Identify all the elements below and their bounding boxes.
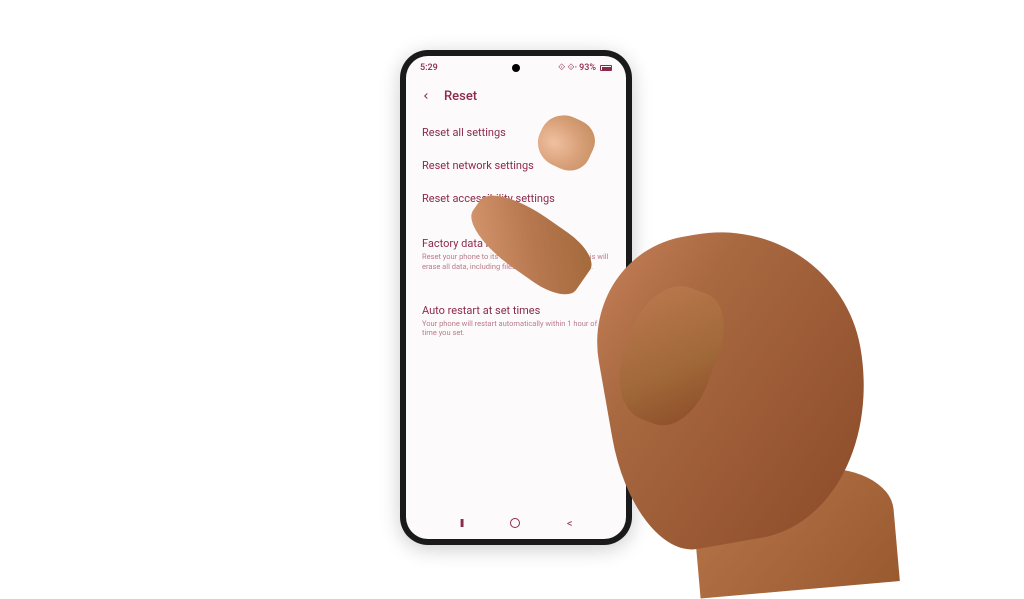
nav-recents-button[interactable]: III [460, 517, 463, 530]
header: Reset [406, 80, 626, 112]
nav-back-button[interactable]: < [567, 517, 573, 530]
menu-item-reset-network[interactable]: Reset network settings [406, 149, 626, 182]
phone-screen: 5:29 ⟐ ⟐· 93% Reset Reset all settings R… [406, 56, 626, 539]
nav-home-button[interactable] [510, 518, 520, 528]
navigation-bar: III < [406, 507, 626, 539]
menu-item-title: Auto restart at set times [422, 304, 610, 317]
camera-hole [512, 64, 520, 72]
battery-icon [600, 65, 612, 71]
status-time: 5:29 [420, 63, 438, 73]
phone-frame: 5:29 ⟐ ⟐· 93% Reset Reset all settings R… [400, 50, 632, 545]
menu-item-desc: Your phone will restart automatically wi… [422, 319, 610, 339]
menu-item-title: Reset network settings [422, 159, 610, 172]
menu-list: Reset all settings Reset network setting… [406, 112, 626, 352]
menu-item-auto-restart[interactable]: Auto restart at set times Your phone wil… [406, 294, 626, 349]
menu-item-title: Reset all settings [422, 126, 610, 139]
status-right: ⟐ ⟐· 93% [558, 63, 612, 73]
back-button[interactable] [418, 88, 434, 104]
menu-item-reset-accessibility[interactable]: Reset accessibility settings [406, 182, 626, 215]
status-indicators: ⟐ ⟐· [558, 63, 577, 73]
menu-item-title: Reset accessibility settings [422, 192, 610, 205]
menu-item-desc: Reset your phone to its factory default … [422, 252, 610, 272]
chevron-left-icon [421, 91, 431, 101]
status-battery-percent: 93% [579, 63, 596, 73]
menu-item-factory-reset[interactable]: Factory data reset Reset your phone to i… [406, 227, 626, 282]
menu-item-title: Factory data reset [422, 237, 610, 250]
menu-item-reset-all[interactable]: Reset all settings [406, 116, 626, 149]
page-title: Reset [444, 89, 477, 104]
